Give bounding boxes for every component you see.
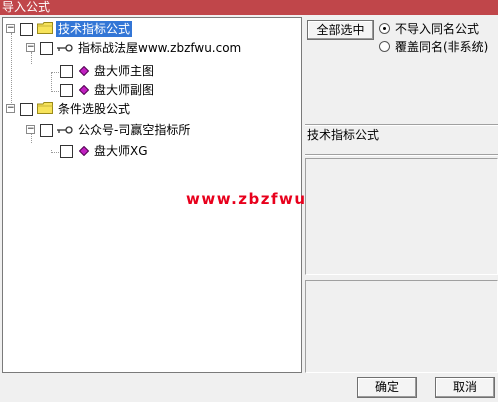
- collapse-icon[interactable]: −: [6, 24, 15, 33]
- tree-node-group-zbzfwu[interactable]: − 指标战法屋www.zbzfwu.com: [3, 39, 263, 57]
- collapse-icon[interactable]: −: [6, 104, 15, 113]
- tree-node-formula[interactable]: 盘大师主图: [3, 62, 203, 80]
- formula-category-label: 技术指标公式: [307, 128, 380, 142]
- tree-node-screening-formulas[interactable]: − 条件选股公式: [3, 100, 203, 118]
- checkbox[interactable]: [20, 103, 33, 116]
- folder-icon: [37, 22, 53, 34]
- checkbox[interactable]: [40, 42, 53, 55]
- cancel-button[interactable]: 取消: [435, 377, 495, 398]
- tree-node-label: 盘大师副图: [94, 83, 155, 97]
- key-icon: [57, 44, 73, 52]
- checkbox[interactable]: [60, 145, 73, 158]
- collapse-icon[interactable]: −: [26, 43, 35, 52]
- window-title: 导入公式: [2, 0, 51, 14]
- key-icon: [57, 126, 73, 134]
- checkbox[interactable]: [60, 84, 73, 97]
- tree-node-label: 条件选股公式: [58, 102, 131, 116]
- tree-node-label: 指标战法屋www.zbzfwu.com: [78, 41, 242, 55]
- formula-gem-icon: [79, 146, 89, 156]
- tree-node-label: 公众号-司赢空指标所: [78, 123, 191, 137]
- select-all-button[interactable]: 全部选中: [307, 20, 374, 40]
- tree-node-technical-formulas[interactable]: − 技术指标公式: [3, 20, 203, 38]
- tree-node-formula[interactable]: 盘大师XG: [3, 142, 203, 160]
- folder-icon: [37, 102, 53, 114]
- formula-description-panel: [305, 158, 498, 275]
- title-bar: 导入公式: [0, 0, 498, 15]
- tree-node-label: 盘大师主图: [94, 64, 155, 78]
- tree-node-label: 盘大师XG: [94, 144, 148, 158]
- overwrite-duplicates-label[interactable]: 覆盖同名(非系统): [395, 40, 488, 54]
- skip-duplicates-label[interactable]: 不导入同名公式: [395, 22, 479, 36]
- tree-node-label: 技术指标公式: [56, 21, 133, 37]
- checkbox[interactable]: [60, 65, 73, 78]
- tree-node-group-wechat[interactable]: − 公众号-司赢空指标所: [3, 121, 263, 139]
- collapse-icon[interactable]: −: [26, 125, 35, 134]
- tree-node-formula[interactable]: 盘大师副图: [3, 81, 203, 99]
- checkbox[interactable]: [40, 124, 53, 137]
- formula-gem-icon: [79, 85, 89, 95]
- overwrite-duplicates-radio[interactable]: [379, 41, 390, 52]
- checkbox[interactable]: [20, 23, 33, 36]
- ok-button[interactable]: 确定: [357, 377, 417, 398]
- formula-params-panel: [305, 280, 498, 373]
- skip-duplicates-radio[interactable]: [379, 23, 390, 34]
- divider: [305, 154, 498, 156]
- formula-gem-icon: [79, 66, 89, 76]
- divider: [305, 124, 498, 126]
